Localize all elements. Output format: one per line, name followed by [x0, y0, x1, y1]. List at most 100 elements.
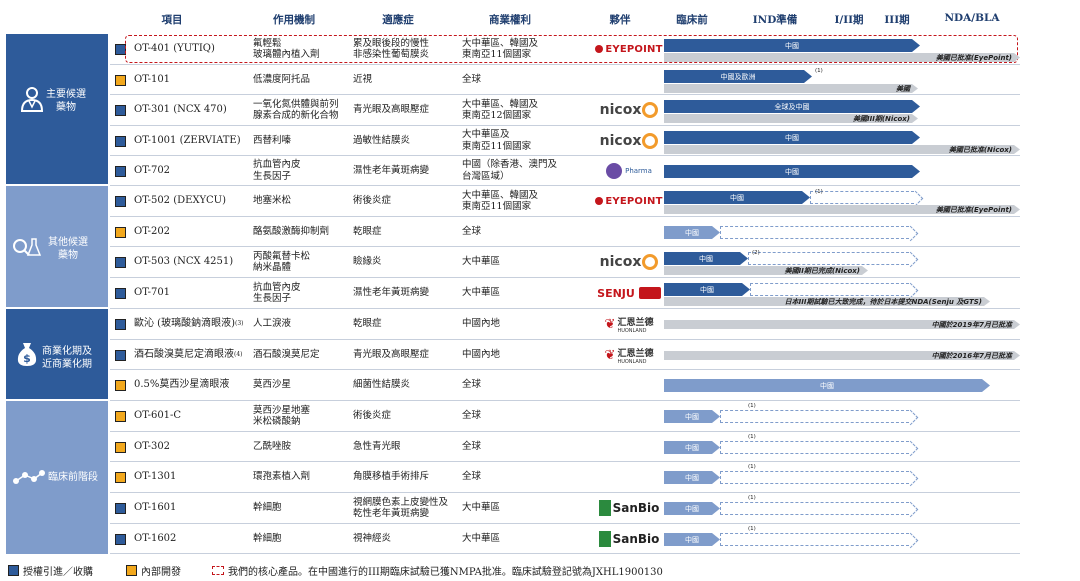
partner: nicox [593, 130, 665, 152]
commercial-rights: 大中華區及 東南亞11個國家 [462, 129, 532, 152]
indication: 近視 [353, 73, 373, 85]
indication: 瞼緣炎 [353, 256, 382, 268]
mechanism: 環孢素植入劑 [253, 471, 311, 483]
commercial-rights: 大中華區 [462, 287, 501, 299]
commercial-rights: 大中華區 [462, 502, 501, 514]
category-commercial: $ 商業化期及 近商業化期 [6, 309, 108, 399]
mechanism: 一氧化氮供體與前列 腺素合成的新化合物 [253, 98, 339, 122]
progress-bar: 中國 [664, 191, 810, 204]
mechanism: 莫西沙星 [253, 379, 292, 391]
partner-logo-senju: SENJU [597, 287, 661, 300]
legend-licensed: 授權引進／收購 [8, 563, 93, 578]
legend-core: 我們的核心產品。在中國進行的III期臨床試驗已獲NMPA批准。臨床試驗登記號為J… [212, 563, 663, 578]
footnote-marker: (1) [815, 189, 823, 195]
mechanism: 西替利嗪 [253, 134, 292, 146]
partner: SanBio [593, 528, 665, 550]
indication: 濕性老年黃斑病變 [353, 287, 430, 299]
mechanism: 地塞米松 [253, 195, 292, 207]
progress-bar: 中國 [664, 165, 920, 178]
header-partner: 夥伴 [609, 14, 631, 26]
legend-inhouse-swatch [126, 565, 137, 576]
indication: 急性青光眼 [353, 440, 401, 452]
category-preclinical: 臨床前階段 [6, 401, 108, 554]
partner [593, 466, 665, 488]
planned-stage-outline [750, 283, 909, 296]
indication: 術後炎症 [353, 410, 392, 422]
reference-status-bar: 中國於2019年7月已批准 [664, 320, 1020, 329]
commercial-rights: 中國內地 [462, 348, 501, 360]
legend-licensed-label: 授權引進／收購 [23, 567, 93, 578]
commercial-rights: 全球 [462, 471, 482, 483]
progress-bar: 中國及歐洲 [664, 70, 812, 83]
footnote-marker: (1) [748, 403, 756, 409]
partner [593, 221, 665, 243]
partner-logo-huonland: ❦ 汇恩兰德 HUONLAND [604, 347, 654, 365]
progress-bar: 全球及中國 [664, 100, 920, 113]
commercial-rights: 全球 [462, 379, 482, 391]
asset-name: OT-503 (NCX 4251) [134, 256, 234, 268]
planned-stage-outline [748, 252, 909, 265]
partner [593, 436, 665, 458]
header-preclinical: 臨床前 [676, 14, 708, 26]
nicox-ring-icon [642, 254, 659, 270]
indication: 術後炎症 [353, 195, 392, 207]
partner-logo-sanbio: SanBio [598, 531, 659, 547]
mechanism: 幹細胞 [253, 532, 282, 544]
footnote-marker: (1) [748, 464, 756, 470]
partner: SanBio [593, 497, 665, 519]
progress-bar: 中國 [664, 502, 720, 515]
category-core: 主要候選 藥物 [6, 34, 108, 184]
nicox-ring-icon [642, 102, 659, 118]
progress-bar: 中國 [664, 39, 920, 52]
commercial-rights: 全球 [462, 73, 482, 85]
asset-name: OT-302 [134, 440, 171, 452]
category-other-label: 其他候選 藥物 [48, 237, 88, 261]
reference-status-bar: 美國已批准(Nicox) [664, 145, 1020, 154]
indication: 視神經炎 [353, 532, 392, 544]
footnote-marker: (1) [748, 495, 756, 501]
mechanism: 酒石酸溴莫尼定 [253, 348, 320, 360]
partner-logo-nicox: nicox [600, 133, 659, 149]
indication: 角膜移植手術排斥 [353, 471, 430, 483]
asset-type-marker [115, 166, 126, 177]
asset-name: OT-601-C [134, 410, 182, 422]
reference-status-bar: 美國 [664, 84, 918, 93]
footnote-marker: (1) [748, 526, 756, 532]
mechanism: 低濃度阿托品 [253, 73, 311, 85]
asset-type-marker [115, 319, 126, 330]
asset-type-marker [115, 472, 126, 483]
reference-status-bar: 美國II期已完成(Nicox) [664, 266, 868, 275]
partner [593, 405, 665, 427]
asset-name: 歐沁 (玻璃酸鈉滴眼液) (3) [134, 318, 244, 330]
category-other: 其他候選 藥物 [6, 186, 108, 307]
legend-inhouse-label: 內部開發 [141, 567, 181, 578]
partner: Pharma [593, 160, 665, 182]
sanbio-mark-icon [598, 531, 611, 547]
asset-name: OT-701 [134, 287, 171, 299]
mechanism: 乙酰唑胺 [253, 440, 292, 452]
category-core-label: 主要候選 藥物 [46, 89, 86, 113]
reference-status-bar: 美國III期(Nicox) [664, 114, 918, 123]
asset-type-marker [115, 380, 126, 391]
reference-status-bar: 日本III期試驗已大致完成，待於日本提交NDA(Senju 及GTS) [664, 297, 990, 306]
lab-magnifier-icon [13, 238, 42, 256]
sanbio-mark-icon [598, 500, 611, 516]
partner-logo-huonland: ❦ 汇恩兰德 HUONLAND [604, 316, 654, 334]
partner-logo-sanbio: SanBio [598, 500, 659, 516]
progress-bar: 中國 [664, 131, 920, 144]
planned-stage-outline [810, 191, 914, 204]
asset-name: OT-1001 (ZERVIATE) [134, 134, 241, 146]
asset-type-marker [115, 105, 126, 116]
planned-stage-outline [720, 410, 909, 423]
commercial-rights: 大中華區 [462, 256, 501, 268]
indication: 視網膜色素上皮變性及 乾性老年黃斑病變 [353, 496, 449, 520]
reference-status-bar: 中國於2016年7月已批准 [664, 351, 1020, 360]
asset-type-marker [115, 196, 126, 207]
partner-logo-nicox: nicox [600, 102, 659, 118]
progress-bar: 中國 [664, 252, 748, 265]
footnote-marker: (2) [752, 250, 760, 256]
header-ind: IND準備 [752, 14, 798, 26]
asset-type-marker [115, 503, 126, 514]
asset-type-marker [115, 442, 126, 453]
indication: 乾眼症 [353, 318, 382, 330]
